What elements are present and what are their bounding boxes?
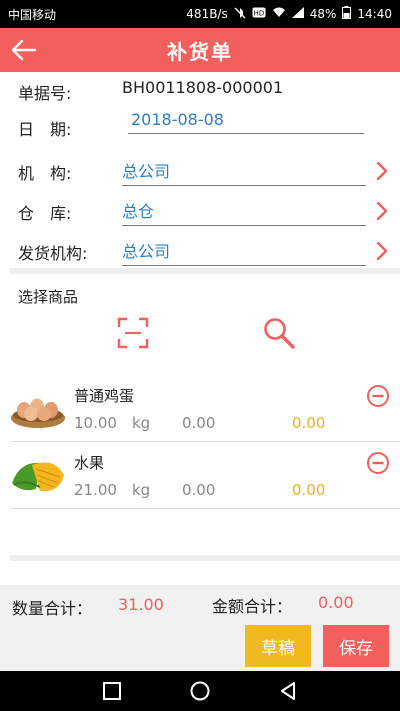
product-qty[interactable]: 21.00 <box>74 481 117 499</box>
battery-icon <box>342 6 352 22</box>
section-divider <box>10 268 400 274</box>
scan-icon[interactable] <box>117 317 149 349</box>
list-item[interactable]: 普通鸡蛋 10.00 kg 0.00 0.00 <box>10 376 400 442</box>
date-row[interactable]: 日 期: 2018-08-08 <box>0 104 400 144</box>
ship-org-underline <box>122 265 366 266</box>
save-button[interactable]: 保存 <box>323 625 389 667</box>
product-price: 0.00 <box>182 481 216 499</box>
mute-icon <box>234 7 246 22</box>
qty-total-label: 数量合计： <box>12 599 93 618</box>
warehouse-label: 仓 库: <box>18 204 72 223</box>
product-unit: kg <box>132 481 151 499</box>
wifi-icon <box>272 7 286 21</box>
back-button[interactable] <box>8 34 40 66</box>
remove-icon[interactable] <box>366 451 390 475</box>
select-goods-title: 选择商品 <box>18 288 79 306</box>
hd-icon: HD <box>252 7 266 21</box>
amount-total-value: 0.00 <box>318 593 354 612</box>
product-qty[interactable]: 10.00 <box>74 414 117 432</box>
chevron-right-icon[interactable] <box>374 240 390 262</box>
app-header: 补货单 <box>0 28 400 72</box>
totals-footer: 数量合计： 31.00 金额合计： 0.00 草稿 保存 <box>0 585 400 671</box>
date-field[interactable]: 2018-08-08 <box>131 110 224 129</box>
product-unit: kg <box>132 414 151 432</box>
eggs-image <box>11 398 65 428</box>
product-name: 普通鸡蛋 <box>74 387 135 405</box>
product-price: 0.00 <box>182 414 216 432</box>
org-field[interactable]: 总公司 <box>122 158 170 182</box>
warehouse-row[interactable]: 仓 库: 总仓 <box>0 192 400 232</box>
amount-total-label: 金额合计： <box>212 597 293 616</box>
qty-total-value: 31.00 <box>118 595 164 614</box>
date-underline <box>128 133 364 134</box>
product-amount: 0.00 <box>292 414 326 432</box>
back-nav-icon[interactable] <box>276 679 300 703</box>
carrier-name: 中国移动 <box>8 7 57 22</box>
network-speed: 481B/s <box>186 7 228 21</box>
section-divider <box>10 555 400 561</box>
product-amount: 0.00 <box>292 481 326 499</box>
search-icon[interactable] <box>262 316 296 350</box>
recent-apps-icon[interactable] <box>100 679 124 703</box>
doc-number-value: BH0011808-000001 <box>122 78 284 97</box>
org-row[interactable]: 机 构: 总公司 <box>0 152 400 192</box>
warehouse-underline <box>122 225 366 226</box>
status-icons: 481B/s HD 48% 14:40 <box>186 6 392 22</box>
ship-org-label: 发货机构: <box>18 244 88 263</box>
svg-text:HD: HD <box>253 10 264 18</box>
chevron-right-icon[interactable] <box>374 160 390 182</box>
org-underline <box>122 185 366 186</box>
clock: 14:40 <box>357 7 392 21</box>
battery-percent: 48% <box>309 7 337 21</box>
page-title: 补货单 <box>167 39 233 64</box>
status-bar: 中国移动 481B/s HD 48% 14:40 <box>0 0 400 28</box>
org-label: 机 构: <box>18 164 72 183</box>
signal-icon <box>291 7 304 21</box>
fruit-image <box>12 462 64 492</box>
remove-icon[interactable] <box>366 384 390 408</box>
date-label: 日 期: <box>18 120 72 139</box>
arrow-left-icon <box>11 39 37 61</box>
ship-org-row[interactable]: 发货机构: 总公司 <box>0 232 400 272</box>
product-name: 水果 <box>74 454 105 472</box>
list-item[interactable]: 水果 21.00 kg 0.00 0.00 <box>10 443 400 509</box>
warehouse-field[interactable]: 总仓 <box>122 198 154 222</box>
doc-number-label: 单据号: <box>18 84 72 103</box>
home-icon[interactable] <box>188 679 212 703</box>
ship-org-field[interactable]: 总公司 <box>122 238 170 262</box>
navigation-bar <box>0 671 400 711</box>
chevron-right-icon[interactable] <box>374 200 390 222</box>
draft-button[interactable]: 草稿 <box>245 625 311 667</box>
